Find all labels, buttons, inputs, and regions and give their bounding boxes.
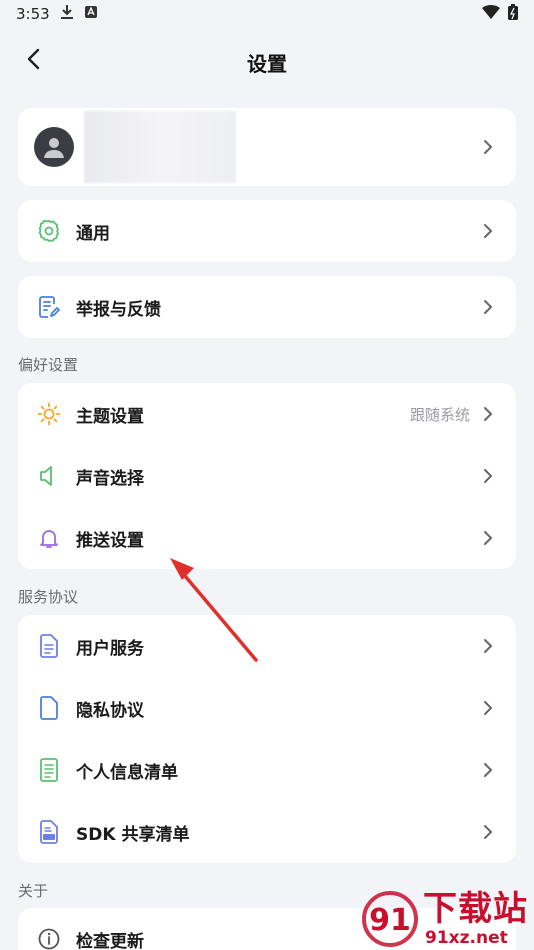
feedback-card[interactable]: 举报与反馈: [18, 276, 516, 338]
back-button[interactable]: [18, 46, 48, 76]
chevron-right-icon: [480, 530, 496, 546]
settings-item-label: 隐私协议: [76, 700, 144, 721]
app-header: 设置: [0, 34, 534, 90]
keyboard-icon: [84, 5, 98, 23]
info-icon: [36, 926, 62, 950]
gear-icon: [36, 218, 62, 244]
avatar: [34, 127, 74, 167]
page-title: 设置: [247, 51, 287, 76]
settings-item-privacy[interactable]: 隐私协议: [18, 677, 516, 739]
chevron-right-icon: [480, 299, 496, 315]
chevron-right-icon: [480, 406, 496, 422]
profile-card[interactable]: [18, 108, 516, 186]
download-icon: [60, 4, 74, 24]
section-title-services: 服务协议: [18, 588, 79, 606]
blurred-username: [84, 111, 236, 183]
document-icon: [36, 633, 62, 659]
settings-item-sdk[interactable]: SDK 共享清单: [18, 801, 516, 863]
annotation-arrow: [170, 558, 258, 662]
chevron-right-icon: [480, 824, 496, 840]
speaker-icon: [36, 463, 62, 489]
wifi-icon: [482, 5, 500, 23]
watermark-logo: 91: [362, 891, 418, 947]
settings-item-label: 个人信息清单: [76, 762, 178, 783]
chevron-right-icon: [480, 468, 496, 484]
watermark-title: 下载站: [423, 889, 528, 929]
settings-item-personal-info[interactable]: 个人信息清单: [18, 739, 516, 801]
chevron-right-icon: [480, 638, 496, 654]
settings-item-label: 声音选择: [76, 468, 144, 489]
chevron-right-icon: [480, 762, 496, 778]
svg-text:91: 91: [369, 903, 411, 938]
status-time: 3:53: [16, 5, 50, 23]
general-card[interactable]: 通用: [18, 200, 516, 262]
settings-item-feedback[interactable]: 举报与反馈: [18, 276, 516, 338]
battery-icon: [508, 4, 518, 24]
chevron-right-icon: [480, 139, 496, 155]
file-icon: [36, 695, 62, 721]
theme-value: 跟随系统: [409, 405, 470, 424]
section-title-about: 关于: [18, 882, 49, 900]
settings-item-label: 通用: [76, 223, 110, 244]
report-document-icon: [36, 294, 62, 320]
sun-icon: [36, 401, 62, 427]
chevron-right-icon: [480, 700, 496, 716]
chevron-right-icon: [480, 223, 496, 239]
user-icon: [44, 138, 64, 158]
sdk-document-icon: [36, 819, 62, 845]
settings-item-general[interactable]: 通用: [18, 200, 516, 262]
watermark: 91 下载站 91xz.net: [361, 890, 528, 948]
settings-item-label: SDK 共享清单: [76, 824, 190, 845]
settings-item-label: 用户服务: [76, 638, 144, 659]
settings-item-label: 举报与反馈: [76, 299, 161, 320]
preferences-card: 主题设置 跟随系统 声音选择 推送设置: [18, 383, 516, 569]
profile-row[interactable]: [18, 108, 516, 186]
settings-item-label: 主题设置: [76, 406, 144, 427]
list-document-icon: [36, 757, 62, 783]
chevron-left-icon: [26, 48, 40, 74]
bell-icon: [36, 525, 62, 551]
watermark-url: 91xz.net: [423, 928, 510, 948]
status-bar: 3:53: [0, 0, 534, 28]
settings-item-label: 推送设置: [76, 530, 144, 551]
section-title-preferences: 偏好设置: [18, 356, 79, 374]
settings-item-theme[interactable]: 主题设置 跟随系统: [18, 383, 516, 445]
settings-item-sound[interactable]: 声音选择: [18, 445, 516, 507]
